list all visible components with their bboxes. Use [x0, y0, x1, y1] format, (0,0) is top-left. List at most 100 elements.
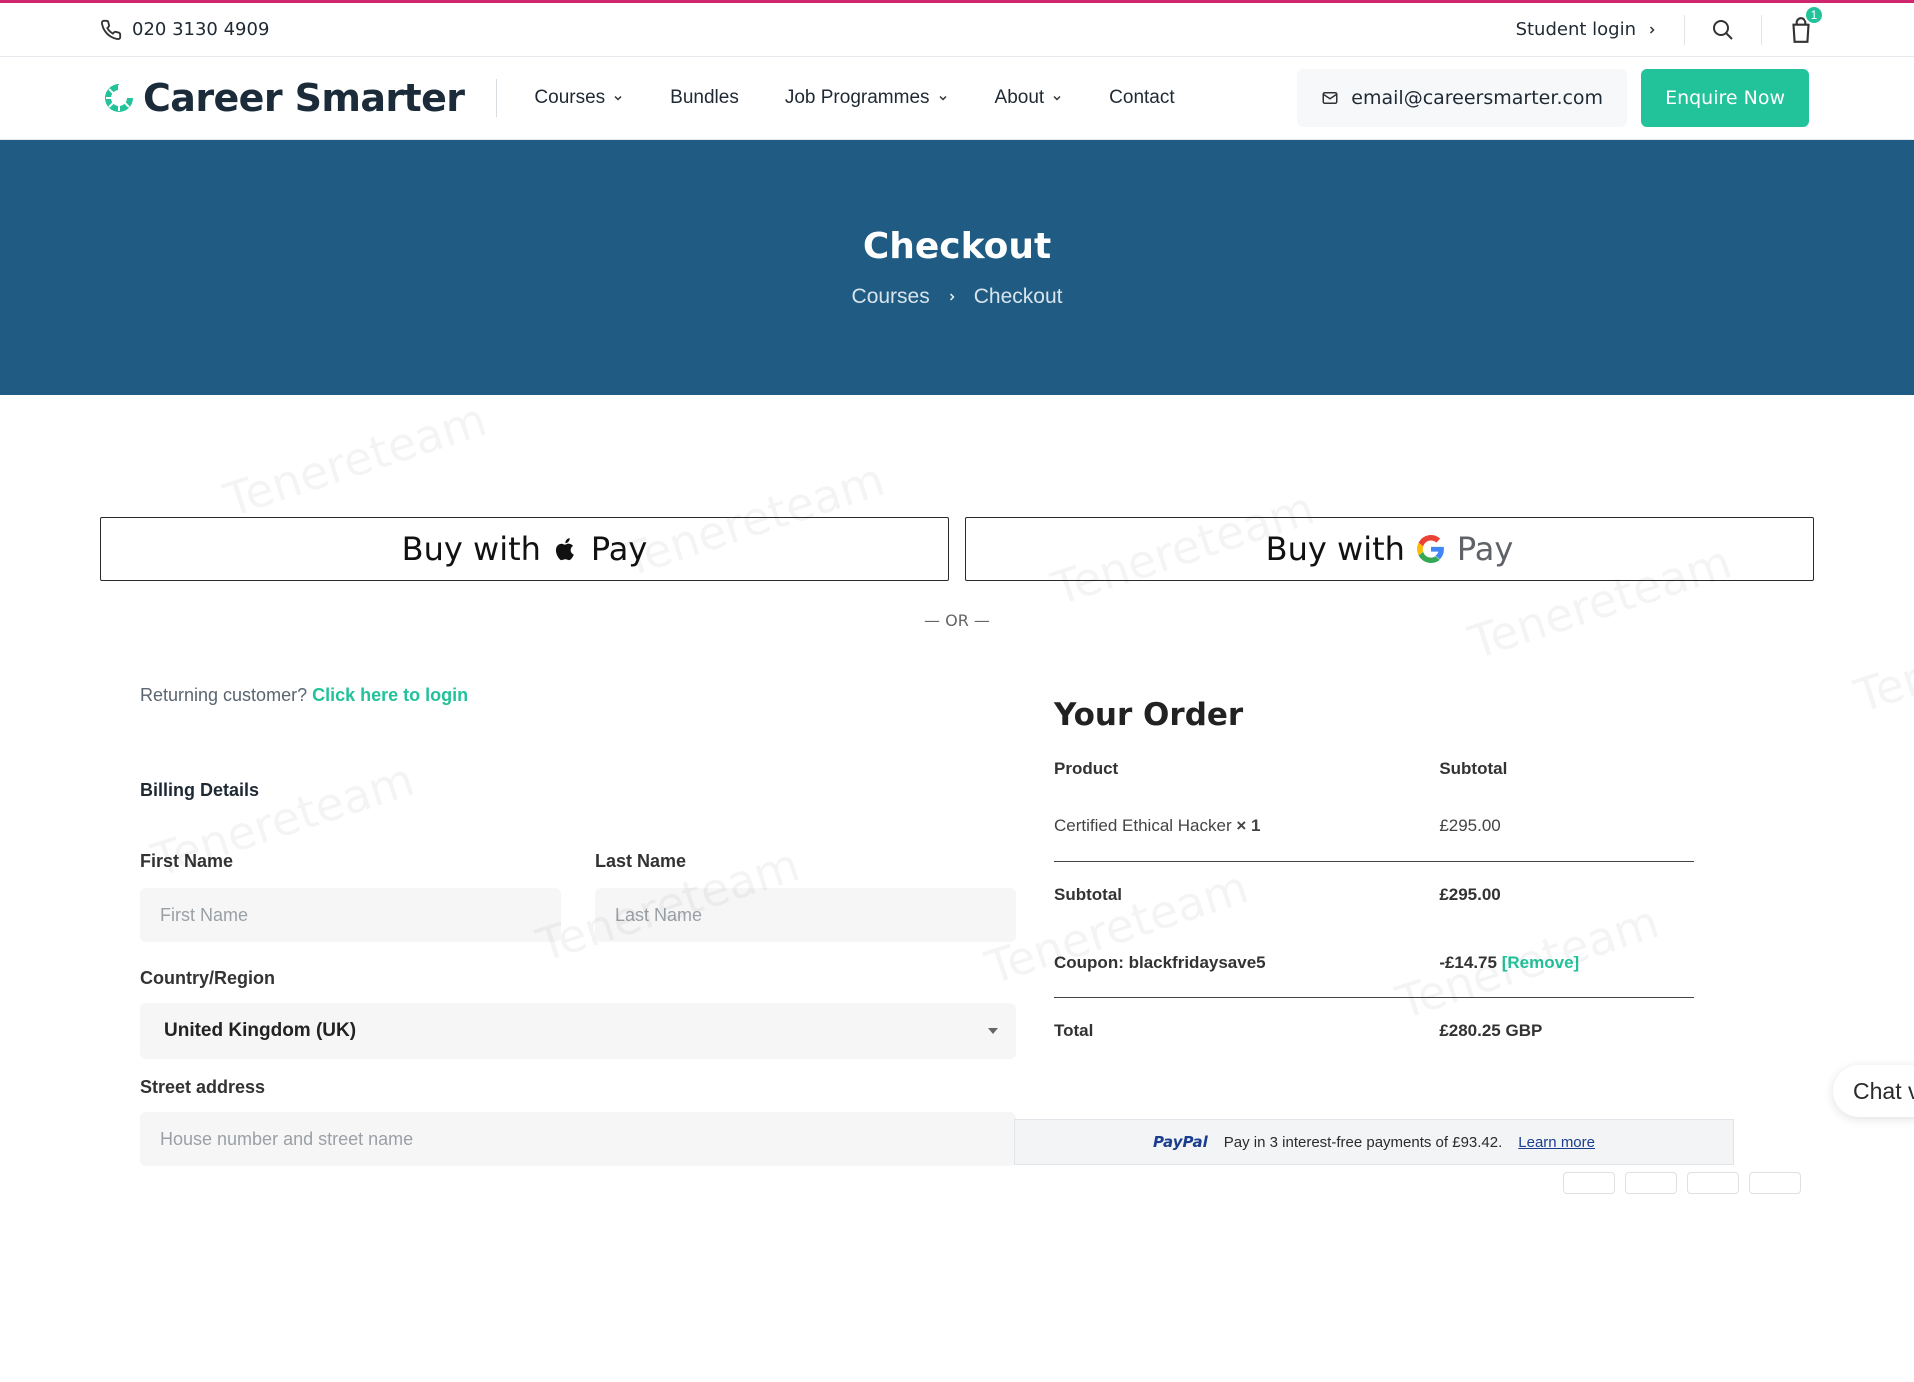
nav-bundles[interactable]: Bundles	[670, 87, 739, 109]
enquire-now-button[interactable]: Enquire Now	[1641, 69, 1809, 127]
name-row: First Name Last Name	[140, 851, 1016, 942]
chevron-down-icon	[1051, 92, 1063, 104]
search-icon[interactable]	[1711, 18, 1735, 42]
nav-bundles-label: Bundles	[670, 87, 739, 109]
chat-label: Chat v	[1853, 1078, 1914, 1105]
breadcrumb-courses[interactable]: Courses	[852, 285, 930, 309]
last-name-field: Last Name	[595, 851, 1016, 942]
order-table: Product Subtotal Certified Ethical Hacke…	[1054, 747, 1694, 1065]
amex-card-icon	[1687, 1172, 1739, 1194]
nav-contact-label: Contact	[1109, 87, 1174, 109]
first-name-input[interactable]	[140, 888, 561, 942]
nav-contact[interactable]: Contact	[1109, 87, 1174, 109]
checkout-content: Buy with Pay Buy with Pay — OR	[0, 517, 1914, 1166]
divider	[1761, 15, 1762, 45]
nav-about[interactable]: About	[995, 87, 1064, 109]
phone-number[interactable]: 020 3130 4909	[132, 19, 269, 40]
order-item-name: Certified Ethical Hacker	[1054, 816, 1232, 835]
chevron-right-icon	[946, 291, 958, 303]
nav-job-programmes[interactable]: Job Programmes	[785, 87, 949, 109]
subtotal-row: Subtotal £295.00	[1054, 861, 1694, 929]
checkout-hero: Checkout Courses Checkout	[0, 140, 1914, 395]
country-label: Country/Region	[140, 968, 1016, 989]
street-field: Street address	[140, 1077, 1016, 1166]
page-title: Checkout	[863, 226, 1051, 267]
divider	[1684, 15, 1685, 45]
cart-button[interactable]: 1	[1788, 15, 1814, 45]
apple-pay-text: Buy with	[402, 530, 541, 568]
dropdown-caret-icon	[988, 1028, 998, 1034]
coupon-discount: -£14.75	[1439, 953, 1497, 972]
first-name-field: First Name	[140, 851, 561, 942]
order-item-price: £295.00	[1439, 791, 1694, 861]
last-name-input[interactable]	[595, 888, 1016, 942]
mastercard-icon	[1625, 1172, 1677, 1194]
total-label: Total	[1054, 997, 1439, 1065]
chat-widget[interactable]: Chat v	[1833, 1065, 1914, 1117]
google-pay-text: Buy with	[1266, 530, 1405, 568]
apple-icon	[553, 535, 579, 563]
or-divider: — OR —	[100, 611, 1814, 630]
subtotal-label: Subtotal	[1054, 861, 1439, 929]
mail-icon	[1321, 89, 1339, 107]
nav-about-label: About	[995, 87, 1045, 109]
top-bar: 020 3130 4909 Student login 1	[0, 0, 1914, 57]
google-pay-suffix: Pay	[1457, 530, 1513, 568]
main-header: Career Smarter Courses Bundles Job Progr…	[0, 57, 1914, 140]
visa-card-icon	[1563, 1172, 1615, 1194]
email-contact[interactable]: email@careersmarter.com	[1297, 69, 1627, 127]
last-name-label: Last Name	[595, 851, 1016, 872]
paypal-installments-text: Pay in 3 interest-free payments of £93.4…	[1224, 1134, 1503, 1151]
apple-pay-button[interactable]: Buy with Pay	[100, 517, 949, 581]
nav-job-programmes-label: Job Programmes	[785, 87, 930, 109]
login-link[interactable]: Click here to login	[312, 685, 468, 705]
phone-icon	[100, 19, 122, 41]
google-g-icon	[1417, 535, 1445, 563]
order-title: Your Order	[1054, 697, 1814, 733]
coupon-row: Coupon: blackfridaysave5 -£14.75 [Remove…	[1054, 929, 1694, 997]
column-product: Product	[1054, 747, 1439, 791]
country-field: Country/Region United Kingdom (UK)	[140, 968, 1016, 1059]
watermark-text: Tenereteam	[218, 392, 493, 527]
apple-pay-suffix: Pay	[591, 530, 647, 568]
column-subtotal: Subtotal	[1439, 747, 1694, 791]
nav-courses[interactable]: Courses	[534, 87, 624, 109]
phone-area[interactable]: 020 3130 4909	[100, 19, 269, 41]
first-name-label: First Name	[140, 851, 561, 872]
country-selected-value: United Kingdom (UK)	[164, 1020, 356, 1042]
breadcrumb-checkout: Checkout	[974, 285, 1063, 309]
returning-customer-text: Returning customer?	[140, 685, 307, 705]
logo-divider	[496, 79, 497, 117]
nav-courses-label: Courses	[534, 87, 605, 109]
brand-name: Career Smarter	[143, 76, 464, 120]
chevron-down-icon	[937, 92, 949, 104]
total-row: Total £280.25 GBP	[1054, 997, 1694, 1065]
returning-customer-notice: Returning customer? Click here to login	[140, 685, 1016, 706]
paypal-message-bar: PayPal Pay in 3 interest-free payments o…	[1014, 1119, 1734, 1165]
brand-logo[interactable]: Career Smarter	[103, 76, 464, 120]
checkout-grid: Returning customer? Click here to login …	[100, 685, 1814, 1166]
cart-count-badge: 1	[1804, 5, 1824, 25]
paypal-learn-more-link[interactable]: Learn more	[1518, 1134, 1595, 1151]
order-item-cell: Certified Ethical Hacker × 1	[1054, 791, 1439, 861]
order-table-head: Product Subtotal	[1054, 747, 1694, 791]
email-address: email@careersmarter.com	[1351, 87, 1603, 109]
billing-title: Billing Details	[140, 780, 1016, 801]
order-item-row: Certified Ethical Hacker × 1 £295.00	[1054, 791, 1694, 861]
street-address-input[interactable]	[140, 1112, 1016, 1166]
discover-card-icon	[1749, 1172, 1801, 1194]
country-select[interactable]: United Kingdom (UK)	[140, 1003, 1016, 1059]
payment-card-logos	[1563, 1172, 1801, 1192]
order-summary: Your Order Product Subtotal Certified Et…	[1054, 697, 1814, 1166]
coupon-remove-link[interactable]: [Remove]	[1502, 953, 1579, 972]
coupon-label: Coupon: blackfridaysave5	[1054, 929, 1439, 997]
order-item-qty: × 1	[1236, 816, 1260, 835]
google-pay-button[interactable]: Buy with Pay	[965, 517, 1814, 581]
street-label: Street address	[140, 1077, 1016, 1098]
paypal-logo: PayPal	[1153, 1133, 1208, 1151]
coupon-value-cell: -£14.75 [Remove]	[1439, 929, 1694, 997]
top-actions: Student login 1	[1516, 15, 1814, 45]
student-login-link[interactable]: Student login	[1516, 19, 1658, 40]
total-value: £280.25 GBP	[1439, 997, 1694, 1065]
billing-section: Returning customer? Click here to login …	[100, 685, 1016, 1166]
